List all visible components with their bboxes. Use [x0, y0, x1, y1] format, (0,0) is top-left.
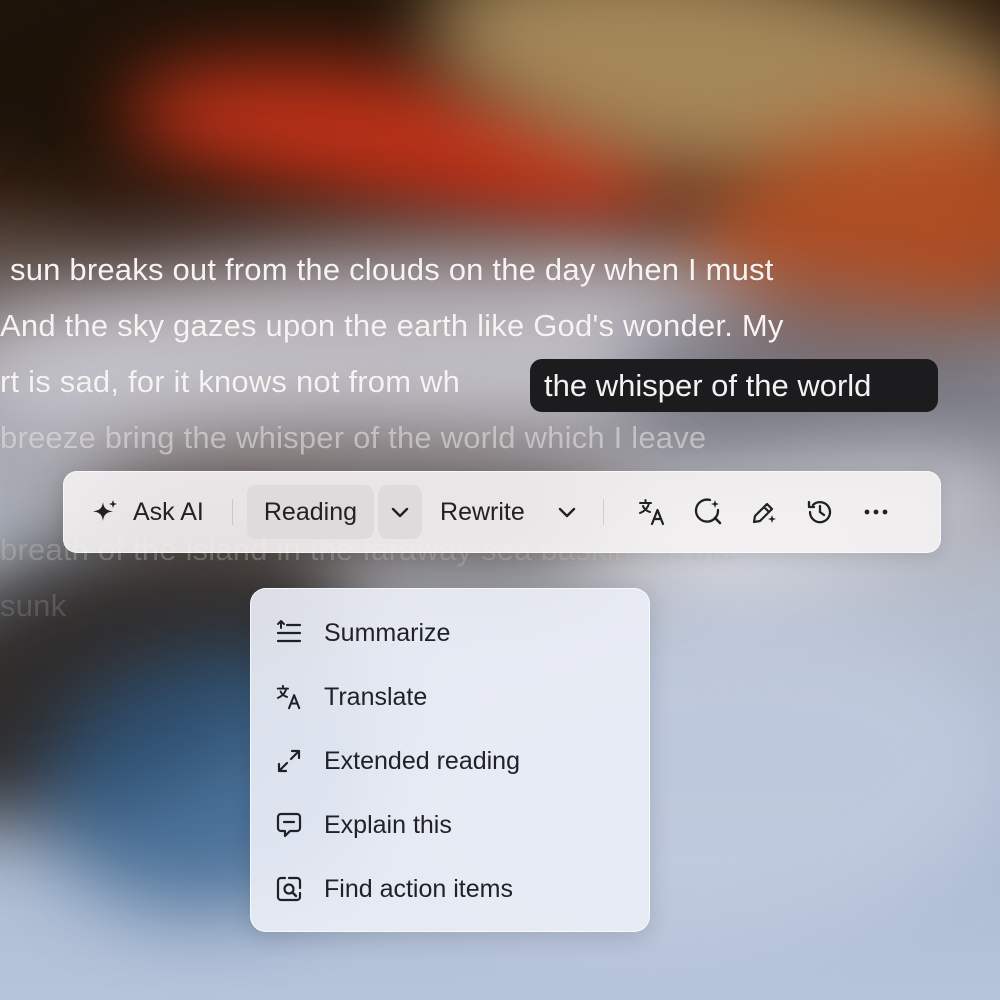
expand-icon [274, 746, 304, 776]
menu-item-translate[interactable]: Translate [274, 675, 427, 719]
sparkle-icon [91, 498, 119, 526]
menu-item-label: Extended reading [324, 746, 520, 775]
history-icon [805, 497, 835, 527]
reading-dropdown-toggle[interactable] [378, 485, 423, 539]
more-button[interactable] [854, 490, 898, 534]
history-button[interactable] [798, 490, 842, 534]
ai-toolbar: Ask AI Reading Rewrite [63, 471, 941, 553]
menu-item-label: Summarize [324, 618, 451, 647]
menu-item-label: Translate [324, 682, 428, 711]
toolbar-divider [602, 499, 604, 525]
menu-item-find-action-items[interactable]: Find action items [274, 867, 513, 911]
translate-icon [637, 497, 667, 527]
pen-icon [749, 497, 779, 527]
ai-search-button[interactable] [686, 490, 730, 534]
reading-menu: Summarize Translate Extended reading Exp… [250, 588, 650, 932]
passage-line: sun breaks out from the clouds on the da… [10, 252, 774, 287]
menu-item-extended-reading[interactable]: Extended reading [274, 739, 520, 783]
rewrite-dropdown-toggle[interactable] [545, 485, 589, 539]
rewrite-label: Rewrite [440, 497, 525, 526]
more-icon [861, 497, 891, 527]
menu-item-label: Find action items [324, 874, 513, 903]
edit-button[interactable] [742, 490, 786, 534]
passage-line: And the sky gazes upon the earth like Go… [0, 308, 784, 343]
passage-line: rt is sad, for it knows not from wh [0, 364, 461, 399]
rewrite-button[interactable]: Rewrite [422, 485, 535, 539]
menu-item-label: Explain this [324, 810, 452, 839]
summarize-icon [274, 618, 304, 648]
translate-icon [274, 682, 304, 712]
menu-item-explain-this[interactable]: Explain this [274, 803, 452, 847]
passage-line: sunk [0, 588, 67, 623]
chevron-down-icon [388, 500, 412, 524]
toolbar-divider [231, 499, 233, 525]
chevron-down-icon [555, 500, 579, 524]
chat-icon [274, 810, 304, 840]
reading-button[interactable]: Reading [246, 485, 375, 539]
search-ai-icon [693, 497, 723, 527]
menu-item-summarize[interactable]: Summarize [274, 611, 450, 655]
find-icon [274, 874, 304, 904]
selected-text-highlight[interactable]: the whisper of the world [530, 359, 938, 412]
ask-ai-button[interactable]: Ask AI [81, 485, 218, 539]
translate-button[interactable] [630, 490, 674, 534]
reading-label: Reading [263, 497, 358, 526]
ask-ai-label: Ask AI [133, 497, 204, 526]
passage-line: breeze bring the whisper of the world wh… [0, 420, 707, 455]
